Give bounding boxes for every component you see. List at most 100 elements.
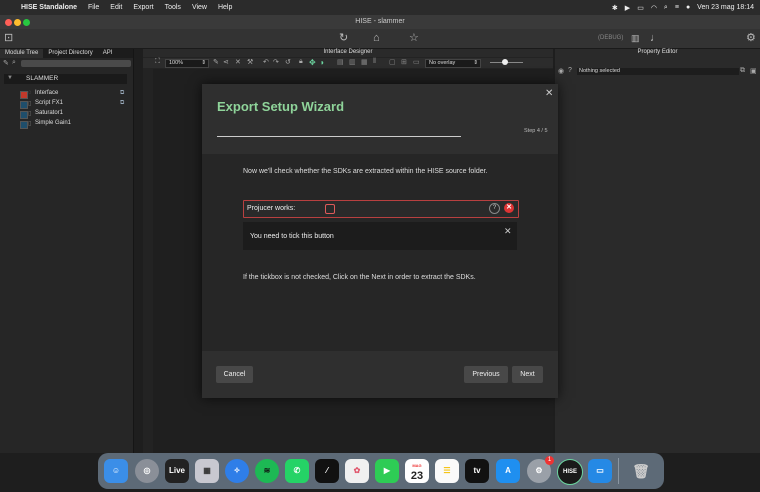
cursor-icon[interactable]: ◗ [320,58,325,67]
app-menu[interactable]: HISE Standalone [21,4,77,11]
close-icon[interactable]: ✕ [235,58,241,66]
module-item-script-fx1[interactable]: ▯ Script FX1 ⧉ [20,100,130,109]
property-editor-panel: Property Editor ◉ ? Nothing selected ⧉ ▣ [555,49,760,453]
lock-icon[interactable]: 🔒︎ [299,58,303,66]
refresh-icon[interactable]: ↻ [339,31,348,45]
hise-icon[interactable]: HISE [557,459,583,485]
star-icon[interactable]: ☆ [409,31,419,45]
siri-icon[interactable]: ● [686,4,690,11]
share-icon[interactable]: ⋖ [223,58,229,66]
tab-api[interactable]: API [98,49,118,58]
module-search-input[interactable] [21,60,131,67]
shortcut-icon[interactable]: ⁄ [315,459,339,483]
projucer-works-field: Projucer works: ? ✕ [243,200,519,218]
eye-icon[interactable]: ◉ [558,67,564,75]
safari-icon[interactable]: ✧ [225,459,249,483]
slider-thumb[interactable] [502,59,508,65]
dialog-close-button[interactable]: ✕ [545,88,553,99]
menu-file[interactable]: File [88,4,99,11]
zoom-value: 100% [169,60,184,66]
chevron-updown-icon: ⇕ [201,60,206,66]
undo-history-icon[interactable]: ↺ [285,58,291,66]
tab-module-tree[interactable]: Module Tree [0,49,44,58]
apple-tv-icon[interactable]: tv [465,459,489,483]
play-icon[interactable]: ▶ [625,4,630,12]
fit-icon[interactable]: ⛶ [155,58,160,66]
move-icon[interactable]: ✥ [309,58,316,67]
open-external-icon[interactable]: ⧉ [120,90,124,97]
undo-icon[interactable]: ↶ [263,58,269,66]
module-item-simple-gain1[interactable]: ▯ Simple Gain1 [20,120,130,129]
dialog-body [202,154,558,351]
menu-view[interactable]: View [192,4,207,11]
module-label: Saturator1 [35,110,64,116]
calendar-icon[interactable]: MAG 23 [405,459,429,483]
menubar-clock[interactable]: Ven 23 mag 18:14 [697,4,754,11]
control-center-icon[interactable]: ≡ [675,4,679,11]
app-grid-icon[interactable]: ▦ [195,459,219,483]
open-external-icon[interactable]: ⧉ [120,100,124,107]
app-store-icon[interactable]: A [496,459,520,483]
note-icon[interactable]: ♩ [650,31,661,45]
module-item-saturator1[interactable]: ▯ Saturator1 [20,110,130,119]
facetime-icon[interactable]: ▶ [375,459,399,483]
redo-icon[interactable]: ↷ [273,58,279,66]
error-note-text: You need to tick this button [250,233,334,240]
pencil-icon[interactable]: ✎ [213,58,219,66]
property-editor-header: Property Editor [555,49,760,57]
search-icon[interactable]: ⌕ [12,59,16,67]
menu-export[interactable]: Export [133,4,153,11]
keynote-icon[interactable]: ▭ [588,459,612,483]
help-icon[interactable]: ? [568,67,572,74]
module-color-swatch [20,121,28,129]
finder-icon[interactable]: ☺ [104,459,128,483]
copy-icon[interactable]: ⧉ [740,67,745,75]
module-root-row[interactable]: ▼ SLAMMER [4,74,127,84]
align-center-icon[interactable]: ▥ [349,58,356,66]
window-title: HISE - slammer [355,18,405,25]
battery-icon[interactable]: ▭ [637,4,644,12]
module-label: Interface [35,90,59,96]
cancel-button[interactable]: Cancel [216,366,253,383]
menu-tools[interactable]: Tools [165,4,181,11]
wifi-icon[interactable]: ◠ [651,4,657,12]
keyboard-icon[interactable]: ▥ [631,31,640,45]
zoom-select[interactable]: 100% ⇕ [165,59,209,68]
ableton-live-icon[interactable]: Live [165,459,189,483]
module-item-interface[interactable]: ◌ Interface ⧉ [20,90,130,99]
paste-icon[interactable]: ▣ [750,67,757,75]
dismiss-note-icon[interactable]: ✕ [504,226,512,237]
search-icon[interactable]: ⌕ [664,4,668,12]
bluetooth-icon[interactable]: ✱ [612,4,618,12]
add-tab-icon[interactable]: ⊡ [4,31,13,45]
settings-gear-icon[interactable]: ⚙ [746,31,756,45]
align-left-icon[interactable]: ▤ [337,58,344,66]
snap-icon[interactable]: ⊞ [401,58,407,66]
debug-label: (DEBUG) [598,35,624,41]
help-icon[interactable]: ? [489,203,500,214]
align-right-icon[interactable]: ▦ [361,58,368,66]
layers-icon[interactable]: ▭ [413,58,420,66]
home-icon[interactable]: ⌂ [373,31,380,45]
spotify-icon[interactable]: ≋ [255,459,279,483]
previous-button[interactable]: Previous [464,366,508,383]
menu-help[interactable]: Help [218,4,232,11]
trash-icon[interactable]: 🗑︎ [629,459,653,483]
distribute-icon[interactable]: ⫴ [373,58,376,66]
collapse-arrow-icon[interactable]: ▼ [7,75,13,81]
next-button[interactable]: Next [512,366,543,383]
root-module-label: SLAMMER [26,75,59,82]
designer-toolbar: ⛶ 100% ⇕ ✎ ⋖ ✕ ⚒ ↶ ↷ ↺ 🔒︎ ✥ ◗ ▤ ▥ ▦ ⫴ ▢ … [143,58,553,68]
whatsapp-icon[interactable]: ✆ [285,459,309,483]
menu-edit[interactable]: Edit [110,4,122,11]
projucer-works-checkbox[interactable] [325,204,335,214]
overlay-select[interactable]: No overlay ⇕ [425,59,481,68]
grid-icon[interactable]: ▢ [389,58,396,66]
photos-icon[interactable]: ✿ [345,459,369,483]
opacity-slider[interactable] [490,59,523,65]
launchpad-icon[interactable]: ◎ [135,459,159,483]
tab-project-directory[interactable]: Project Directory [43,49,97,58]
wrench-icon[interactable]: ⚒ [247,58,253,66]
edit-icon[interactable]: ✎ [3,59,9,67]
notes-icon[interactable]: ☰ [435,459,459,483]
